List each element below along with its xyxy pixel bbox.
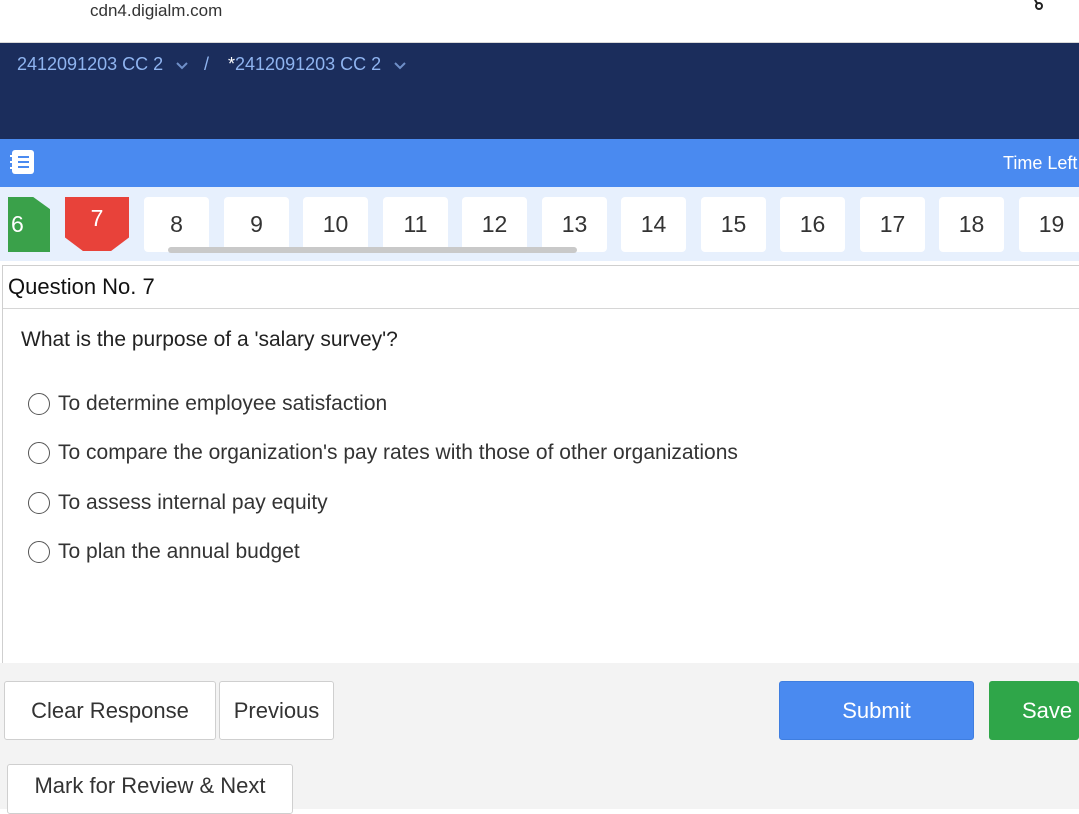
question-number[interactable]: 15 <box>701 197 766 252</box>
mark-for-review-next-button[interactable]: Mark for Review & Next <box>7 764 293 814</box>
answer-option-2[interactable]: To compare the organization's pay rates … <box>28 441 738 465</box>
question-title-bar: Question No. 7 <box>3 266 1079 309</box>
notes-icon[interactable] <box>8 148 36 176</box>
question-number[interactable]: 12 <box>462 197 527 252</box>
previous-button[interactable]: Previous <box>219 681 334 740</box>
save-button[interactable]: Save <box>989 681 1079 740</box>
radio-button[interactable] <box>28 492 50 514</box>
palette-scrollbar[interactable] <box>168 247 577 253</box>
radio-button[interactable] <box>28 541 50 563</box>
answer-option-label: To compare the organization's pay rates … <box>58 441 738 464</box>
question-number[interactable]: 14 <box>621 197 686 252</box>
browser-url-bar: cdn4.digialm.com <box>0 0 1079 43</box>
url-text[interactable]: cdn4.digialm.com <box>90 1 222 21</box>
answer-option-label: To plan the annual budget <box>58 540 300 563</box>
question-number[interactable]: 9 <box>224 197 289 252</box>
section-selector-2[interactable]: *2412091203 CC 2 <box>228 54 407 75</box>
answer-option-1[interactable]: To determine employee satisfaction <box>28 392 387 416</box>
active-star: * <box>228 54 236 74</box>
chevron-down-icon <box>176 61 188 69</box>
question-number[interactable]: 17 <box>860 197 925 252</box>
answer-option-3[interactable]: To assess internal pay equity <box>28 491 328 515</box>
question-panel: Question No. 7 What is the purpose of a … <box>2 265 1079 664</box>
question-palette: 6 7 8 9 10 11 12 13 14 15 16 17 18 19 <box>0 187 1079 261</box>
question-number[interactable]: 11 <box>383 197 448 252</box>
exam-toolbar: Time Left <box>0 139 1079 187</box>
radio-button[interactable] <box>28 393 50 415</box>
answer-option-4[interactable]: To plan the annual budget <box>28 540 300 564</box>
answer-option-label: To determine employee satisfaction <box>58 392 388 415</box>
question-title: Question No. 7 <box>8 274 155 299</box>
question-number-current[interactable]: 7 <box>65 197 129 251</box>
section-selector-1[interactable]: 2412091203 CC 2 <box>17 54 189 75</box>
question-number[interactable]: 10 <box>303 197 368 252</box>
chevron-down-icon <box>394 61 406 69</box>
radio-button[interactable] <box>28 442 50 464</box>
question-number[interactable]: 18 <box>939 197 1004 252</box>
question-number[interactable]: 16 <box>780 197 845 252</box>
submit-button[interactable]: Submit <box>779 681 974 740</box>
question-number[interactable]: 8 <box>144 197 209 252</box>
question-number[interactable]: 13 <box>542 197 607 252</box>
section-selector-1-label: 2412091203 CC 2 <box>17 54 164 74</box>
question-text: What is the purpose of a 'salary survey'… <box>21 328 398 351</box>
time-left-label: Time Left <box>1003 153 1078 173</box>
answer-option-label: To assess internal pay equity <box>58 491 328 514</box>
breadcrumb-separator: / <box>204 54 210 74</box>
section-selector-2-label: 2412091203 CC 2 <box>235 54 382 74</box>
clear-response-button[interactable]: Clear Response <box>4 681 216 740</box>
action-footer: Clear Response Previous Submit Save Mark… <box>0 663 1079 814</box>
exam-header: 2412091203 CC 2 / *2412091203 CC 2 <box>0 43 1079 139</box>
question-number[interactable]: 19 <box>1019 197 1079 252</box>
question-number-answered[interactable]: 6 <box>8 197 50 252</box>
share-icon[interactable] <box>1028 0 1044 10</box>
